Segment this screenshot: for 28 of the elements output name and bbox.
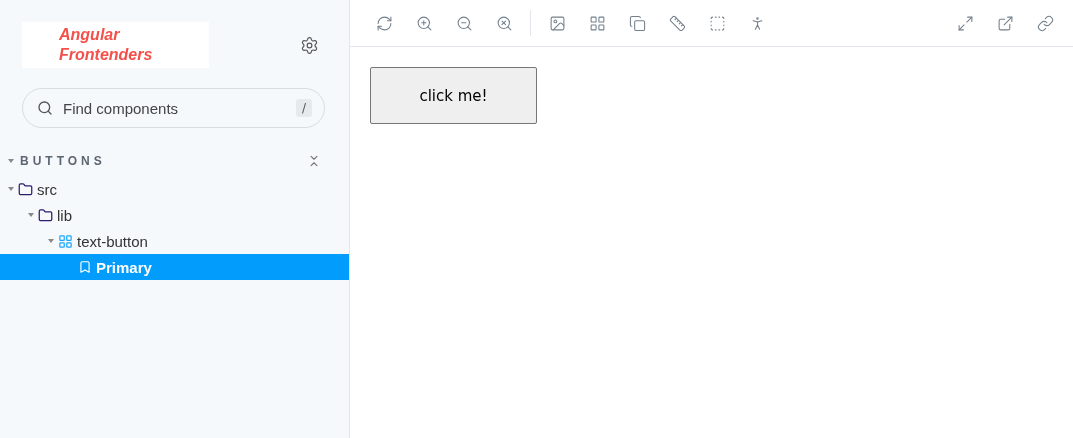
link-icon[interactable] <box>1036 14 1054 32</box>
reload-icon[interactable] <box>375 14 393 32</box>
zoom-reset-icon[interactable] <box>495 14 513 32</box>
section-header[interactable]: BUTTONS <box>8 154 106 168</box>
grid-icon <box>58 233 73 249</box>
layers-icon[interactable] <box>628 14 646 32</box>
tree-item[interactable]: lib <box>0 202 349 228</box>
fullscreen-icon[interactable] <box>956 14 974 32</box>
search-icon <box>37 100 53 116</box>
logo-text: Frontenders <box>59 45 154 65</box>
grid-icon[interactable] <box>588 14 606 32</box>
folder-icon <box>38 207 53 223</box>
image-icon[interactable] <box>548 14 566 32</box>
tree-item[interactable]: src <box>0 176 349 202</box>
collapse-icon[interactable] <box>307 154 321 168</box>
zoom-in-icon[interactable] <box>415 14 433 32</box>
logo-text: Angular <box>59 25 121 45</box>
tree-item[interactable]: text-button <box>0 228 349 254</box>
zoom-out-icon[interactable] <box>455 14 473 32</box>
settings-icon[interactable] <box>300 35 319 55</box>
shortcut-key: / <box>295 99 312 117</box>
click-button[interactable]: click me! <box>370 67 537 124</box>
external-link-icon[interactable] <box>996 14 1014 32</box>
dashed-square-icon[interactable] <box>708 14 726 32</box>
ruler-icon[interactable] <box>668 14 686 32</box>
bookmark-icon <box>78 260 92 274</box>
search-input[interactable]: Find components <box>61 98 288 118</box>
folder-icon <box>18 181 33 197</box>
